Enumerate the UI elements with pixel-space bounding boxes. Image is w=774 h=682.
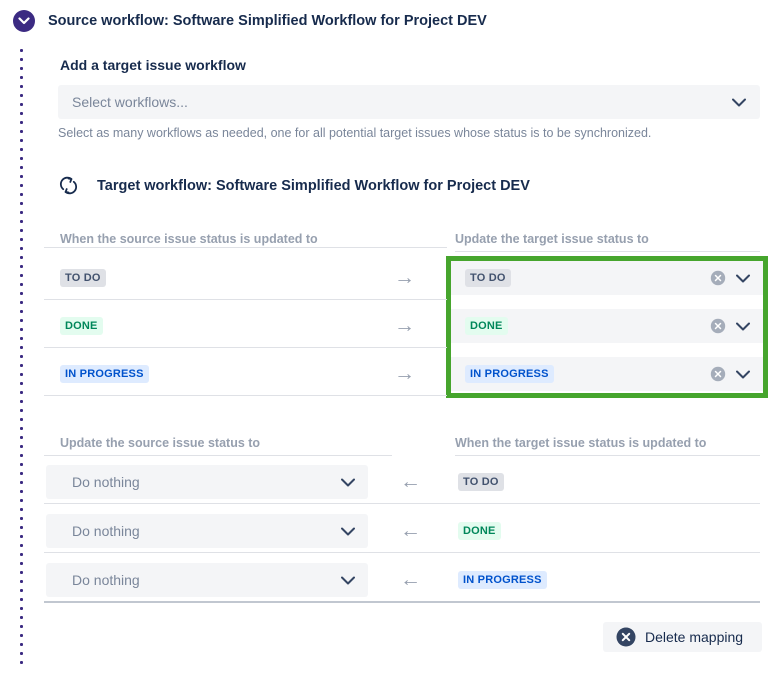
workflow-select-placeholder: Select workflows... <box>72 94 188 110</box>
status-lozenge-inprogress: IN PROGRESS <box>465 365 554 383</box>
status-lozenge-inprogress: IN PROGRESS <box>458 571 547 589</box>
chevron-down-icon <box>736 370 750 379</box>
chevron-down-icon <box>341 478 355 487</box>
chevron-down-icon <box>732 98 746 107</box>
divider <box>44 601 760 603</box>
chevron-down-icon <box>736 322 750 331</box>
source-status-column-header: When the source issue status is updated … <box>60 232 318 246</box>
workflow-sync-panel: Source workflow: Software Simplified Wor… <box>0 0 774 682</box>
divider <box>44 503 760 504</box>
status-lozenge-done: DONE <box>60 317 103 335</box>
sync-icon <box>58 175 79 196</box>
source-workflow-title: Source workflow: Software Simplified Wor… <box>48 13 487 29</box>
x-circle-icon <box>616 627 636 647</box>
divider <box>44 299 447 300</box>
arrow-right-icon: → <box>394 360 415 388</box>
target-workflow-select[interactable]: Select workflows... <box>58 85 760 119</box>
chevron-down-icon <box>736 274 750 283</box>
dotted-rail <box>20 46 23 666</box>
target-status-select[interactable]: TO DO <box>451 261 763 295</box>
arrow-left-icon: ← <box>400 566 421 594</box>
delete-mapping-button[interactable]: Delete mapping <box>603 622 762 652</box>
add-target-workflow-label: Add a target issue workflow <box>60 57 246 73</box>
status-lozenge-done: DONE <box>465 317 508 335</box>
clear-selection-icon[interactable] <box>710 366 726 382</box>
status-lozenge-todo: TO DO <box>60 269 106 287</box>
arrow-right-icon: → <box>394 264 415 292</box>
clear-selection-icon[interactable] <box>710 318 726 334</box>
divider <box>455 251 760 252</box>
target-status-select[interactable]: DONE <box>451 309 763 343</box>
arrow-left-icon: ← <box>400 468 421 496</box>
divider <box>44 395 447 396</box>
divider <box>455 455 760 456</box>
status-lozenge-done: DONE <box>458 522 501 540</box>
delete-mapping-label: Delete mapping <box>645 629 743 645</box>
source-action-value: Do nothing <box>72 474 140 490</box>
status-lozenge-todo: TO DO <box>465 269 511 287</box>
divider <box>44 347 447 348</box>
divider <box>44 552 760 553</box>
chevron-down-icon <box>341 576 355 585</box>
arrow-left-icon: ← <box>400 517 421 545</box>
arrow-right-icon: → <box>394 312 415 340</box>
divider <box>44 455 392 456</box>
source-action-value: Do nothing <box>72 572 140 588</box>
update-source-column-header: Update the source issue status to <box>60 436 260 450</box>
target-status-select[interactable]: IN PROGRESS <box>451 357 763 391</box>
chevron-down-icon <box>341 527 355 536</box>
source-action-select[interactable]: Do nothing <box>46 563 368 597</box>
clear-selection-icon[interactable] <box>710 270 726 286</box>
chevron-down-icon <box>18 17 30 25</box>
workflow-select-helper-text: Select as many workflows as needed, one … <box>58 126 651 140</box>
source-action-select[interactable]: Do nothing <box>46 465 368 499</box>
target-status-column-header: Update the target issue status to <box>455 232 649 246</box>
target-workflow-title: Target workflow: Software Simplified Wor… <box>97 178 530 194</box>
expander-button[interactable] <box>13 10 35 32</box>
divider <box>44 247 447 248</box>
status-lozenge-todo: TO DO <box>458 473 504 491</box>
source-action-value: Do nothing <box>72 523 140 539</box>
target-updated-column-header: When the target issue status is updated … <box>455 436 706 450</box>
status-lozenge-inprogress: IN PROGRESS <box>60 365 149 383</box>
source-action-select[interactable]: Do nothing <box>46 514 368 548</box>
